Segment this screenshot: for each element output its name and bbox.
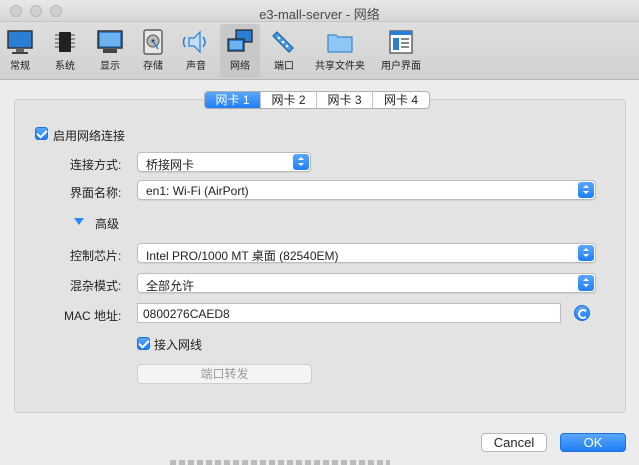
attached-to-select[interactable]: 桥接网卡 xyxy=(137,152,311,172)
toolbar-item-storage[interactable]: 存储 xyxy=(134,24,172,78)
cable-connected-label: 接入网线 xyxy=(154,338,203,352)
toolbar-item-display[interactable]: 显示 xyxy=(90,24,130,78)
mac-address-label: MAC 地址: xyxy=(64,309,122,323)
toolbar-item-network[interactable]: 网络 xyxy=(220,24,260,78)
background-text-fragment xyxy=(170,460,390,465)
toolbar-label-network: 网络 xyxy=(230,61,250,72)
title-bar: e3-mall-server - 网络 xyxy=(0,0,639,22)
disk-icon xyxy=(143,29,163,55)
promiscuous-mode-value: 全部允许 xyxy=(146,279,195,293)
advanced-disclosure-triangle[interactable] xyxy=(74,218,84,225)
display-icon xyxy=(97,30,123,53)
tab-adapter-2[interactable]: 网卡 2 xyxy=(261,92,317,108)
adapter-type-select[interactable]: Intel PRO/1000 MT 桌面 (82540EM) xyxy=(137,243,596,263)
tab-adapter-1[interactable]: 网卡 1 xyxy=(205,92,261,108)
adapter-type-value: Intel PRO/1000 MT 桌面 (82540EM) xyxy=(146,249,339,263)
toolbar-item-shared-folders[interactable]: 共享文件夹 xyxy=(310,24,370,78)
mac-address-field[interactable]: 0800276CAED8 xyxy=(137,303,561,323)
attached-to-value: 桥接网卡 xyxy=(146,158,195,172)
toolbar-label-shared-folders: 共享文件夹 xyxy=(315,61,365,72)
attached-to-label: 连接方式: xyxy=(70,158,122,172)
speaker-icon xyxy=(182,30,206,54)
toolbar-item-audio[interactable]: 声音 xyxy=(176,24,216,78)
mac-address-value: 0800276CAED8 xyxy=(143,307,230,321)
adapter-type-label: 控制芯片: xyxy=(70,249,122,263)
chevron-updown-icon xyxy=(293,154,309,170)
folder-icon xyxy=(327,34,353,53)
toolbar-label-storage: 存储 xyxy=(143,61,163,72)
chevron-updown-icon xyxy=(578,275,594,291)
enable-adapter-checkbox[interactable] xyxy=(35,127,48,140)
toolbar-label-system: 系统 xyxy=(55,61,75,72)
toolbar-label-ports: 端口 xyxy=(274,61,294,72)
chevron-updown-icon xyxy=(578,245,594,261)
toolbar-label-display: 显示 xyxy=(100,61,120,72)
promiscuous-mode-select[interactable]: 全部允许 xyxy=(137,273,596,293)
chip-icon xyxy=(55,32,75,52)
interface-name-label: 界面名称: xyxy=(70,186,122,200)
toolbar-item-user-interface[interactable]: 用户界面 xyxy=(376,24,426,78)
advanced-label[interactable]: 高级 xyxy=(95,215,119,232)
toolbar-item-ports[interactable]: 端口 xyxy=(264,24,304,78)
cancel-button[interactable]: Cancel xyxy=(481,433,547,452)
toolbar-item-system[interactable]: 系统 xyxy=(44,24,86,78)
port-forwarding-button[interactable]: 端口转发 xyxy=(137,364,312,384)
window-icon xyxy=(389,30,413,54)
interface-name-value: en1: Wi-Fi (AirPort) xyxy=(146,184,249,198)
cable-connected-checkbox[interactable] xyxy=(137,337,150,350)
port-icon xyxy=(272,31,294,53)
monitor-icon xyxy=(7,30,33,54)
window-title: e3-mall-server - 网络 xyxy=(259,7,380,22)
toolbar-item-general[interactable]: 常规 xyxy=(2,24,38,78)
chevron-updown-icon xyxy=(578,182,594,198)
toolbar-label-user-interface: 用户界面 xyxy=(381,61,421,72)
network-icon xyxy=(227,29,253,52)
background-window-strip xyxy=(0,458,639,465)
tab-adapter-4[interactable]: 网卡 4 xyxy=(373,92,429,108)
tab-adapter-3[interactable]: 网卡 3 xyxy=(317,92,373,108)
regenerate-mac-refresh-icon[interactable] xyxy=(574,305,590,321)
promiscuous-mode-label: 混杂模式: xyxy=(70,279,122,293)
enable-adapter-label: 启用网络连接 xyxy=(53,129,126,143)
toolbar-label-audio: 声音 xyxy=(186,61,206,72)
interface-name-select[interactable]: en1: Wi-Fi (AirPort) xyxy=(137,180,596,200)
settings-toolbar: 常规 系统 显示 存储 声音 网络 端口 共享文件夹 用户界面 xyxy=(0,22,639,80)
toolbar-label-general: 常规 xyxy=(10,61,30,72)
adapter-tabs: 网卡 1 网卡 2 网卡 3 网卡 4 xyxy=(204,91,430,109)
ok-button[interactable]: OK xyxy=(560,433,626,452)
